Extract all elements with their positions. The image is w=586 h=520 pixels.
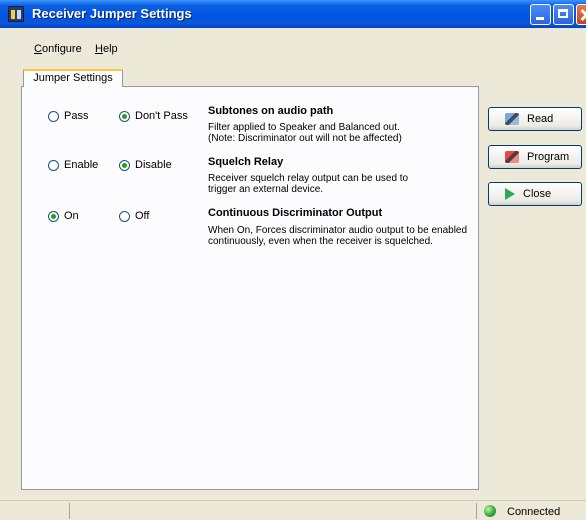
radio-on[interactable]: On — [48, 210, 79, 222]
squelch-relay-desc-line-2: trigger an external device. — [208, 184, 324, 195]
menu-help-label: elp — [102, 43, 118, 55]
close-button[interactable]: Close — [488, 182, 582, 206]
radio-dont-pass-label: Don't Pass — [135, 110, 188, 122]
radio-disable-circle — [119, 159, 130, 171]
radio-enable-circle — [48, 159, 59, 171]
close-arrow-icon — [505, 188, 515, 200]
squelch-relay-desc-line-1: Receiver squelch relay output can be use… — [208, 173, 409, 184]
subtones-title: Subtones on audio path — [208, 105, 334, 117]
window-title: Receiver Jumper Settings — [32, 6, 192, 21]
squelch-relay-title: Squelch Relay — [208, 156, 284, 168]
app-icon[interactable] — [8, 6, 24, 22]
radio-pass[interactable]: Pass — [48, 110, 88, 122]
continuous-discriminator-desc-line-1: When On, Forces discriminator audio outp… — [208, 225, 468, 236]
read-button[interactable]: Read — [488, 107, 582, 131]
program-button[interactable]: Program — [488, 145, 582, 169]
radio-on-label: On — [64, 210, 79, 222]
jumper-settings-panel — [21, 86, 479, 490]
radio-off[interactable]: Off — [119, 210, 149, 222]
read-button-label: Read — [527, 113, 554, 125]
radio-dont-pass-circle — [119, 110, 130, 122]
radio-dont-pass[interactable]: Don't Pass — [119, 110, 188, 122]
continuous-discriminator-desc-line-2: continuously, even when the receiver is … — [208, 236, 433, 247]
status-separator — [476, 503, 477, 519]
connection-status-text: Connected — [507, 506, 561, 518]
menu-configure[interactable]: Configure — [34, 43, 82, 55]
maximize-button[interactable] — [553, 4, 574, 25]
continuous-discriminator-title: Continuous Discriminator Output — [208, 207, 383, 219]
menu-bar: Configure Help — [0, 28, 586, 58]
receiver-jumper-settings-window: Receiver Jumper Settings Configure Help … — [0, 0, 586, 520]
radio-disable[interactable]: Disable — [119, 159, 172, 171]
radio-pass-label: Pass — [64, 110, 89, 122]
radio-pass-circle — [48, 110, 59, 122]
menu-help[interactable]: Help — [95, 43, 118, 55]
subtones-desc-line-1: Filter applied to Speaker and Balanced o… — [208, 122, 400, 133]
menu-help-accelerator: H — [95, 43, 103, 55]
program-icon — [505, 151, 519, 163]
radio-enable[interactable]: Enable — [48, 159, 98, 171]
radio-enable-label: Enable — [64, 159, 99, 171]
close-window-button[interactable] — [576, 4, 586, 25]
subtones-desc-line-2: (Note: Discriminator out will not be aff… — [208, 133, 402, 144]
title-bar[interactable]: Receiver Jumper Settings — [0, 0, 586, 28]
status-separator — [69, 503, 70, 519]
radio-off-label: Off — [135, 210, 150, 222]
tab-jumper-settings[interactable]: Jumper Settings — [23, 69, 123, 87]
menu-configure-accelerator: C — [34, 43, 42, 55]
radio-off-circle — [119, 210, 130, 222]
read-icon — [505, 113, 519, 125]
radio-on-circle — [48, 210, 59, 222]
close-button-label: Close — [523, 188, 552, 200]
radio-disable-label: Disable — [135, 159, 172, 171]
tab-jumper-settings-label: Jumper Settings — [33, 72, 113, 84]
connected-status-icon — [484, 505, 496, 517]
minimize-button[interactable] — [530, 4, 551, 25]
program-button-label: Program — [527, 151, 570, 163]
menu-configure-label: onfigure — [41, 43, 82, 55]
status-bar — [0, 500, 586, 520]
